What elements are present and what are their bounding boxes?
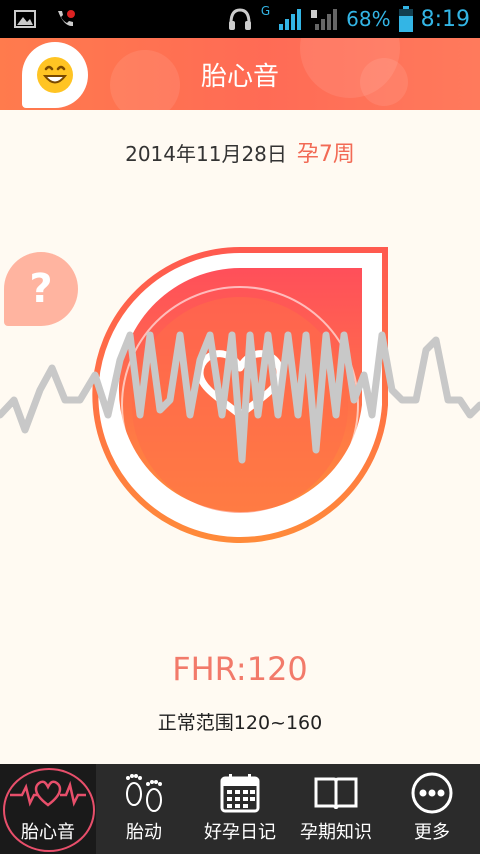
clock: 8:19 (420, 6, 470, 32)
nav-label: 好孕日记 (204, 822, 276, 843)
nav-item-fetal-movement[interactable]: 胎动 (96, 764, 192, 854)
signal-strength-icon (279, 9, 302, 30)
normal-range-text: 正常范围120~160 (157, 712, 323, 734)
question-mark-icon: ? (29, 266, 53, 312)
nav-item-pregnancy-knowledge[interactable]: 孕期知识 (288, 764, 384, 854)
bottom-navigation: 胎心音 胎动 好孕日记 孕期知识 更多 (0, 764, 480, 854)
missed-call-icon (58, 10, 75, 27)
calendar-icon (219, 768, 261, 818)
nav-item-pregnancy-diary[interactable]: 好孕日记 (192, 764, 288, 854)
status-notifications (14, 8, 76, 30)
status-indicators: G 68% 8:19 (227, 4, 470, 34)
nav-label: 孕期知识 (300, 822, 372, 843)
battery-icon (398, 6, 413, 32)
nav-label: 更多 (414, 822, 450, 843)
current-date: 2014年11月28日 (125, 142, 287, 166)
nav-label: 胎动 (126, 822, 162, 843)
help-button[interactable]: ? (4, 252, 78, 326)
date-row: 2014年11月28日 孕7周 (0, 136, 480, 168)
headphones-icon (228, 8, 251, 30)
battery-percent: 68% (346, 7, 391, 31)
status-bar: G 68% 8:19 (0, 0, 480, 38)
network-type: G (260, 4, 271, 18)
fhr-readout: FHR:120 (172, 650, 308, 688)
pregnancy-week: 孕7周 (296, 142, 355, 167)
app-header: 胎心音 (0, 38, 480, 110)
active-indicator (3, 768, 95, 852)
book-icon (313, 768, 359, 818)
page-title: 胎心音 (200, 62, 279, 92)
image-notification-icon (14, 10, 36, 28)
nav-item-fetal-heart[interactable]: 胎心音 (0, 764, 96, 854)
more-dots-icon (410, 768, 454, 818)
footprints-icon (120, 768, 168, 818)
nav-item-more[interactable]: 更多 (384, 764, 480, 854)
signal-strength-2-icon (311, 9, 338, 30)
